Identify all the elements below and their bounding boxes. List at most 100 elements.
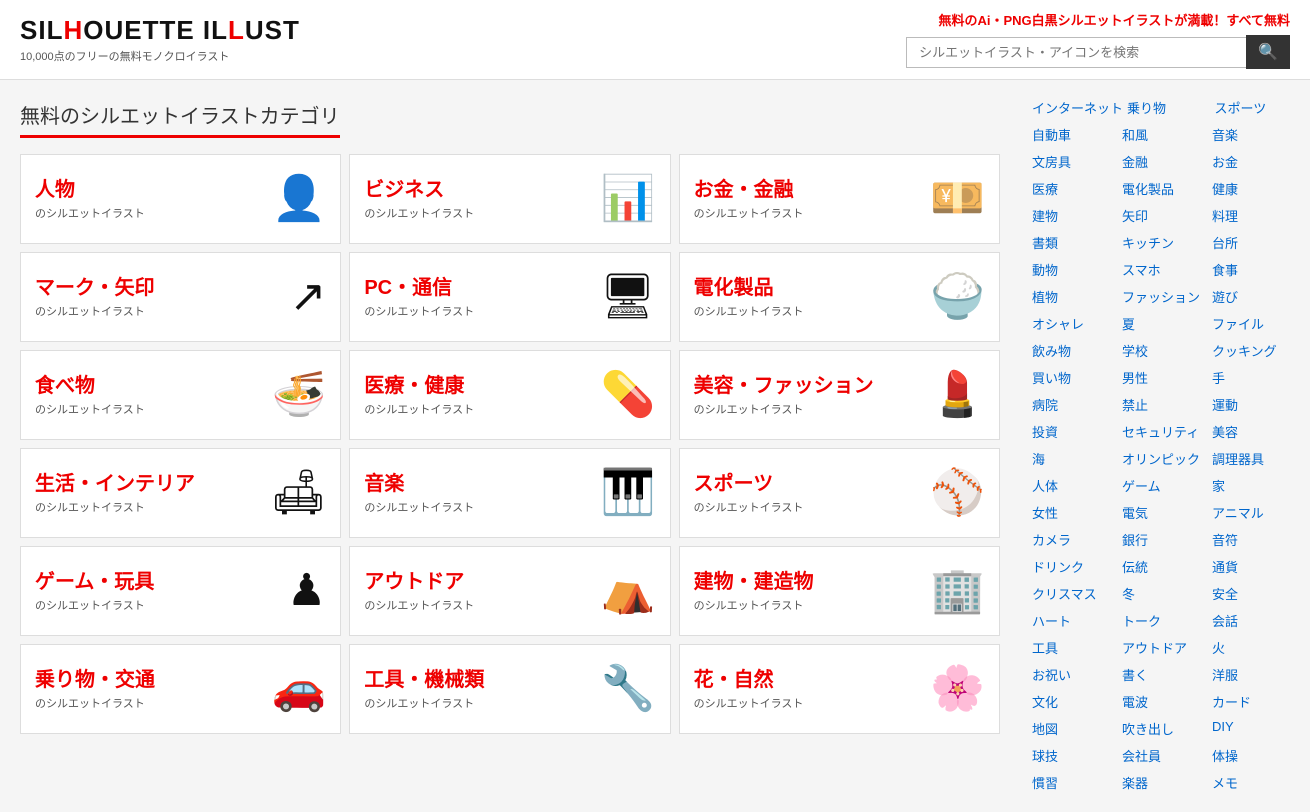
sidebar-link-12-1[interactable]: セキュリティ: [1120, 419, 1210, 444]
category-card-11[interactable]: スポーツ のシルエットイラスト ⚾: [679, 448, 1000, 538]
category-card-4[interactable]: PC・通信 のシルエットイラスト 🖥: [349, 252, 670, 342]
sidebar-link-13-1[interactable]: オリンピック: [1120, 446, 1210, 471]
sidebar-link-14-2[interactable]: 家: [1210, 473, 1300, 498]
sidebar-link-7-1[interactable]: ファッション: [1120, 284, 1210, 309]
sidebar-link-3-2[interactable]: 健康: [1210, 176, 1300, 201]
sidebar-link-4-0[interactable]: 建物: [1030, 203, 1120, 228]
category-card-0[interactable]: 人物 のシルエットイラスト 👤: [20, 154, 341, 244]
sidebar-link-10-1[interactable]: 男性: [1120, 365, 1210, 390]
sidebar-link-15-1[interactable]: 電気: [1120, 500, 1210, 525]
category-card-5[interactable]: 電化製品 のシルエットイラスト 🍚: [679, 252, 1000, 342]
category-card-1[interactable]: ビジネス のシルエットイラスト 📊: [349, 154, 670, 244]
sidebar-link-5-0[interactable]: 書類: [1030, 230, 1120, 255]
sidebar-link-1-0[interactable]: 自動車: [1030, 122, 1120, 147]
search-input[interactable]: [906, 37, 1246, 68]
sidebar-link-0-1[interactable]: 乗り物: [1125, 95, 1213, 120]
sidebar-link-23-0[interactable]: 地図: [1030, 716, 1120, 741]
sidebar-link-22-2[interactable]: カード: [1210, 689, 1300, 714]
sidebar-link-3-1[interactable]: 電化製品: [1120, 176, 1210, 201]
sidebar-link-12-2[interactable]: 美容: [1210, 419, 1300, 444]
category-card-15[interactable]: 乗り物・交通 のシルエットイラスト 🚗: [20, 644, 341, 734]
sidebar-link-0-0[interactable]: インターネット: [1030, 95, 1125, 120]
category-card-2[interactable]: お金・金融 のシルエットイラスト 💴: [679, 154, 1000, 244]
sidebar-link-16-1[interactable]: 銀行: [1120, 527, 1210, 552]
sidebar-link-15-2[interactable]: アニマル: [1210, 500, 1300, 525]
sidebar-link-11-1[interactable]: 禁止: [1120, 392, 1210, 417]
category-card-16[interactable]: 工具・機械類 のシルエットイラスト 🔧: [349, 644, 670, 734]
sidebar-link-25-0[interactable]: 慣習: [1030, 770, 1120, 795]
sidebar-link-22-1[interactable]: 電波: [1120, 689, 1210, 714]
sidebar-link-7-0[interactable]: 植物: [1030, 284, 1120, 309]
sidebar-link-4-2[interactable]: 料理: [1210, 203, 1300, 228]
sidebar-link-17-2[interactable]: 通貨: [1210, 554, 1300, 579]
sidebar-link-1-2[interactable]: 音楽: [1210, 122, 1300, 147]
sidebar-link-2-2[interactable]: お金: [1210, 149, 1300, 174]
sidebar-link-16-0[interactable]: カメラ: [1030, 527, 1120, 552]
sidebar-link-22-0[interactable]: 文化: [1030, 689, 1120, 714]
sidebar-link-9-1[interactable]: 学校: [1120, 338, 1210, 363]
sidebar-link-24-0[interactable]: 球技: [1030, 743, 1120, 768]
sidebar-link-5-1[interactable]: キッチン: [1120, 230, 1210, 255]
category-card-12[interactable]: ゲーム・玩具 のシルエットイラスト ♟: [20, 546, 341, 636]
sidebar-link-9-2[interactable]: クッキング: [1210, 338, 1300, 363]
sidebar-link-0-2[interactable]: スポーツ: [1213, 95, 1301, 120]
sidebar-link-14-1[interactable]: ゲーム: [1120, 473, 1210, 498]
sidebar-link-6-0[interactable]: 動物: [1030, 257, 1120, 282]
sidebar-link-11-0[interactable]: 病院: [1030, 392, 1120, 417]
sidebar-link-20-0[interactable]: 工具: [1030, 635, 1120, 660]
sidebar-link-18-0[interactable]: クリスマス: [1030, 581, 1120, 606]
sidebar-link-20-2[interactable]: 火: [1210, 635, 1300, 660]
category-card-13[interactable]: アウトドア のシルエットイラスト ⛺: [349, 546, 670, 636]
sidebar-link-15-0[interactable]: 女性: [1030, 500, 1120, 525]
sidebar-link-2-0[interactable]: 文房具: [1030, 149, 1120, 174]
category-card-7[interactable]: 医療・健康 のシルエットイラスト 💊: [349, 350, 670, 440]
sidebar-link-25-1[interactable]: 楽器: [1120, 770, 1210, 795]
sidebar-link-18-1[interactable]: 冬: [1120, 581, 1210, 606]
category-card-6[interactable]: 食べ物 のシルエットイラスト 🍜: [20, 350, 341, 440]
sidebar-link-8-0[interactable]: オシャレ: [1030, 311, 1120, 336]
sidebar-link-10-0[interactable]: 買い物: [1030, 365, 1120, 390]
search-button[interactable]: 🔍: [1246, 35, 1290, 69]
sidebar-link-17-0[interactable]: ドリンク: [1030, 554, 1120, 579]
sidebar-link-8-1[interactable]: 夏: [1120, 311, 1210, 336]
sidebar-link-8-2[interactable]: ファイル: [1210, 311, 1300, 336]
sidebar-link-13-0[interactable]: 海: [1030, 446, 1120, 471]
sidebar-link-3-0[interactable]: 医療: [1030, 176, 1120, 201]
sidebar-link-18-2[interactable]: 安全: [1210, 581, 1300, 606]
cat-card-text: マーク・矢印 のシルエットイラスト: [35, 275, 281, 319]
sidebar-link-9-0[interactable]: 飲み物: [1030, 338, 1120, 363]
sidebar-link-13-2[interactable]: 調理器具: [1210, 446, 1300, 471]
category-card-8[interactable]: 美容・ファッション のシルエットイラスト 💄: [679, 350, 1000, 440]
sidebar-link-7-2[interactable]: 遊び: [1210, 284, 1300, 309]
sidebar-link-24-2[interactable]: 体操: [1210, 743, 1300, 768]
sidebar-link-1-1[interactable]: 和風: [1120, 122, 1210, 147]
sidebar-link-25-2[interactable]: メモ: [1210, 770, 1300, 795]
sidebar-link-21-1[interactable]: 書く: [1120, 662, 1210, 687]
sidebar-link-24-1[interactable]: 会社員: [1120, 743, 1210, 768]
sidebar-link-21-2[interactable]: 洋服: [1210, 662, 1300, 687]
sidebar-link-10-2[interactable]: 手: [1210, 365, 1300, 390]
sidebar-link-19-1[interactable]: トーク: [1120, 608, 1210, 633]
category-card-14[interactable]: 建物・建造物 のシルエットイラスト 🏢: [679, 546, 1000, 636]
sidebar-link-14-0[interactable]: 人体: [1030, 473, 1120, 498]
sidebar-link-4-1[interactable]: 矢印: [1120, 203, 1210, 228]
sidebar-link-11-2[interactable]: 運動: [1210, 392, 1300, 417]
sidebar-link-20-1[interactable]: アウトドア: [1120, 635, 1210, 660]
sidebar-link-23-2[interactable]: DIY: [1210, 716, 1300, 741]
sidebar-link-19-0[interactable]: ハート: [1030, 608, 1120, 633]
cat-card-icon: 🏢: [930, 569, 985, 613]
sidebar-link-12-0[interactable]: 投資: [1030, 419, 1120, 444]
sidebar-link-17-1[interactable]: 伝統: [1120, 554, 1210, 579]
sidebar-link-19-2[interactable]: 会話: [1210, 608, 1300, 633]
sidebar-link-6-1[interactable]: スマホ: [1120, 257, 1210, 282]
category-card-9[interactable]: 生活・インテリア のシルエットイラスト 🛋: [20, 448, 341, 538]
sidebar-link-2-1[interactable]: 金融: [1120, 149, 1210, 174]
category-card-10[interactable]: 音楽 のシルエットイラスト 🎹: [349, 448, 670, 538]
sidebar-link-21-0[interactable]: お祝い: [1030, 662, 1120, 687]
sidebar-link-23-1[interactable]: 吹き出し: [1120, 716, 1210, 741]
sidebar-link-16-2[interactable]: 音符: [1210, 527, 1300, 552]
category-card-17[interactable]: 花・自然 のシルエットイラスト 🌸: [679, 644, 1000, 734]
category-card-3[interactable]: マーク・矢印 のシルエットイラスト ↗: [20, 252, 341, 342]
sidebar-link-5-2[interactable]: 台所: [1210, 230, 1300, 255]
sidebar-link-6-2[interactable]: 食事: [1210, 257, 1300, 282]
